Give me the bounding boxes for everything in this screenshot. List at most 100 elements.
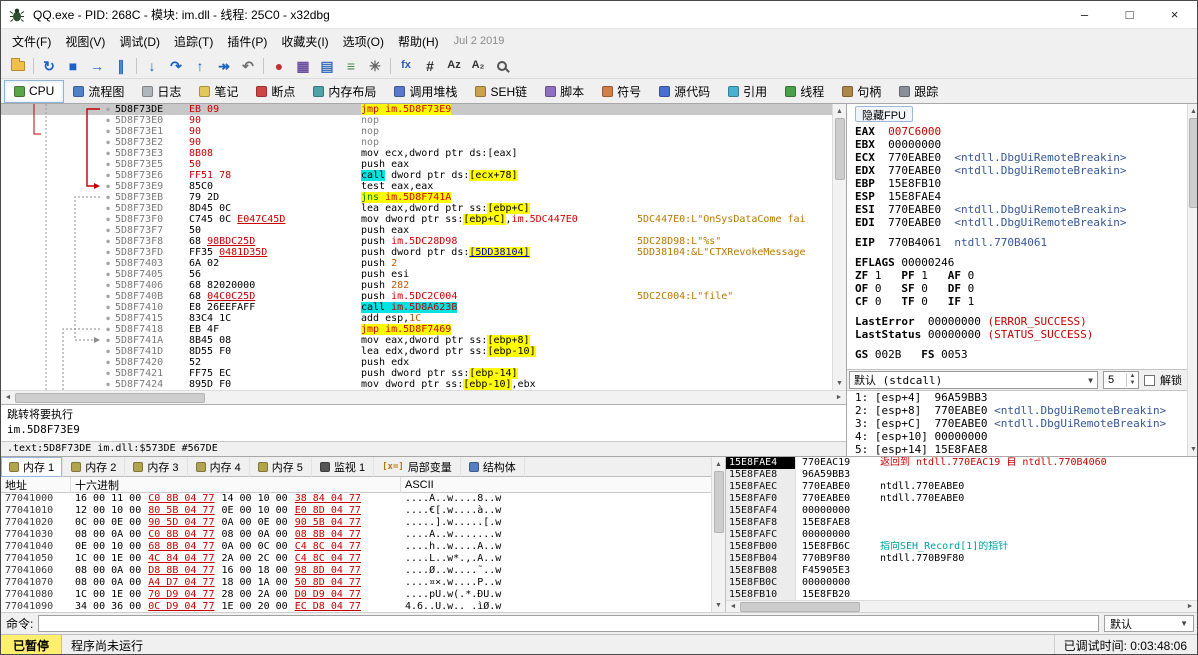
script-button[interactable]: ≡ <box>340 55 362 77</box>
tab-dump-3[interactable]: 内存 3 <box>125 457 187 477</box>
dump-row[interactable]: 770410400E 00 10 0068 8B 04 770A 00 0C 0… <box>1 541 711 553</box>
disasm-row[interactable]: ●5D8F73E290nop <box>1 137 832 148</box>
breakpoint-dot[interactable]: ● <box>101 368 115 379</box>
breakpoint-dot[interactable]: ● <box>101 170 115 181</box>
dump-row[interactable]: 7704101012 00 10 0080 5B 04 770E 00 10 0… <box>1 505 711 517</box>
breakpoint-dot[interactable]: ● <box>101 258 115 269</box>
breakpoint-dot[interactable]: ● <box>101 192 115 203</box>
tab-cpu[interactable]: CPU <box>4 80 64 103</box>
breakpoint-dot[interactable]: ● <box>101 104 115 115</box>
breakpoint-dot[interactable]: ● <box>101 115 115 126</box>
open-file-button[interactable] <box>7 55 29 77</box>
disassembly-view[interactable]: ●5D8F73DEEB 09jmp im.5D8F73E9●5D8F73E090… <box>1 104 832 390</box>
disasm-vscroll-thumb[interactable] <box>835 118 845 180</box>
menu-item[interactable]: 视图(V) <box>58 30 112 53</box>
step-back-button[interactable]: ↶ <box>237 55 259 77</box>
breakpoint-dot[interactable]: ● <box>101 280 115 291</box>
tab-dump-2[interactable]: 内存 2 <box>63 457 125 477</box>
registers-scrollbar[interactable]: ▲ ▼ <box>1187 104 1198 456</box>
argument-count-spinner[interactable]: 5▲▼ <box>1103 371 1139 389</box>
stack-hscroll-thumb[interactable] <box>740 602 860 612</box>
maximize-button[interactable]: □ <box>1107 1 1152 28</box>
menu-item[interactable]: 调试(D) <box>112 30 167 53</box>
disasm-row[interactable]: ●5D8F740668 82020000push 282 <box>1 280 832 291</box>
breakpoint-dot[interactable]: ● <box>101 225 115 236</box>
disasm-horizontal-scrollbar[interactable]: ◄ ► <box>1 390 846 404</box>
tab-dump-1[interactable]: 内存 1 <box>1 457 63 477</box>
disasm-row[interactable]: ●5D8F73ED8D45 0Clea eax,dword ptr ss:[eb… <box>1 203 832 214</box>
disasm-row[interactable]: ●5D8F73E190nop <box>1 126 832 137</box>
spin-down-icon[interactable]: ▼ <box>1127 380 1138 387</box>
stack-row[interactable]: 15E8FAE4770EAC19返回到 ntdll.770EAC19 自 ntd… <box>726 457 1197 469</box>
dump-scroll-thumb[interactable] <box>714 471 724 533</box>
breakpoint-dot[interactable]: ● <box>101 148 115 159</box>
step-over-button[interactable]: ↷ <box>165 55 187 77</box>
assemble-button[interactable]: # <box>419 55 441 77</box>
scroll-up-arrow[interactable]: ▲ <box>1187 104 1198 118</box>
tab-dump-4[interactable]: 内存 4 <box>188 457 250 477</box>
breakpoint-dot[interactable]: ● <box>101 335 115 346</box>
breakpoint-dot[interactable]: ● <box>101 214 115 225</box>
tab-source[interactable]: 源代码 <box>650 80 719 103</box>
stack-row[interactable]: 15E8FAE896A59BB3 <box>726 469 1197 481</box>
disasm-row[interactable]: ●5D8F741A8B45 08mov eax,dword ptr ss:[eb… <box>1 335 832 346</box>
disasm-row[interactable]: ●5D8F741D8D55 F0lea edx,dword ptr ss:[eb… <box>1 346 832 357</box>
disasm-row[interactable]: ●5D8F742052push edx <box>1 357 832 368</box>
tab-script[interactable]: 脚本 <box>536 80 593 103</box>
disasm-row[interactable]: ●5D8F7424895D F0mov dword ptr ss:[ebp-10… <box>1 379 832 390</box>
tab-locals[interactable]: [x=]局部变量 <box>374 457 461 477</box>
command-profile-dropdown[interactable]: 默认 ▼ <box>1104 615 1194 632</box>
stack-row[interactable]: 15E8FAF0770EABE0ntdll.770EABE0 <box>726 493 1197 505</box>
dump-vertical-scrollbar[interactable]: ▲ ▼ <box>711 457 725 612</box>
breakpoint-dot[interactable]: ● <box>101 137 115 148</box>
tab-breakpoints[interactable]: 断点 <box>247 80 304 103</box>
menu-item[interactable]: 插件(P) <box>220 30 274 53</box>
disasm-row[interactable]: ●5D8F73E090nop <box>1 115 832 126</box>
call-stack-button[interactable]: ▤ <box>316 55 338 77</box>
breakpoint-dot[interactable]: ● <box>101 291 115 302</box>
calculator-button[interactable]: fx <box>395 55 417 77</box>
disasm-row[interactable]: ●5D8F73E550push eax <box>1 159 832 170</box>
dump-row[interactable]: 7704107008 00 0A 00A4 D7 04 7718 00 1A 0… <box>1 577 711 589</box>
breakpoint-dot[interactable]: ● <box>101 313 115 324</box>
dump-row[interactable]: 7704106008 00 0A 00D8 8B 04 7716 00 18 0… <box>1 565 711 577</box>
minimize-button[interactable]: – <box>1062 1 1107 28</box>
spin-up-icon[interactable]: ▲ <box>1127 373 1138 380</box>
tab-notes[interactable]: 笔记 <box>190 80 247 103</box>
dump-row[interactable]: 7704100016 00 11 00C0 8B 04 7714 00 10 0… <box>1 493 711 505</box>
disasm-row[interactable]: ●5D8F73E6FF51 78call dword ptr ds:[ecx+7… <box>1 170 832 181</box>
disasm-row[interactable]: ●5D8F741583C4 1Cadd esp,1C <box>1 313 832 324</box>
tab-symbols[interactable]: 符号 <box>593 80 650 103</box>
menu-item[interactable]: 帮助(H) <box>391 30 446 53</box>
breakpoint-dot[interactable]: ● <box>101 357 115 368</box>
scroll-up-arrow[interactable]: ▲ <box>833 104 847 118</box>
scroll-down-arrow[interactable]: ▼ <box>712 598 726 612</box>
execute-till-return-button[interactable]: ↑ <box>189 55 211 77</box>
disasm-row[interactable]: ●5D8F73FDFF35 0481D35Dpush dword ptr ds:… <box>1 247 832 258</box>
breakpoint-dot[interactable]: ● <box>101 247 115 258</box>
breakpoint-dot[interactable]: ● <box>101 159 115 170</box>
registers-scroll-thumb[interactable] <box>1189 118 1198 208</box>
calling-convention-select[interactable]: 默认 (stdcall)▼ <box>849 371 1098 389</box>
stack-row[interactable]: 15E8FB08F45905E3 <box>726 565 1197 577</box>
stack-row[interactable]: 15E8FB1015E8FB20 <box>726 589 1197 600</box>
dump-row[interactable]: 7704103008 00 0A 00C0 8B 04 7708 00 0A 0… <box>1 529 711 541</box>
breakpoint-dot[interactable]: ● <box>101 236 115 247</box>
scroll-up-arrow[interactable]: ▲ <box>712 457 726 471</box>
tab-dump-5[interactable]: 内存 5 <box>250 457 312 477</box>
scroll-left-arrow[interactable]: ◄ <box>1 391 15 405</box>
disasm-hscroll-thumb[interactable] <box>15 393 205 403</box>
stack-row[interactable]: 15E8FAFC00000000 <box>726 529 1197 541</box>
tab-trace[interactable]: 跟踪 <box>890 80 947 103</box>
breakpoint-dot[interactable]: ● <box>101 181 115 192</box>
breakpoint-dot[interactable]: ● <box>101 324 115 335</box>
disasm-row[interactable]: ●5D8F740556push esi <box>1 269 832 280</box>
menu-item[interactable]: 收藏夹(I) <box>274 30 335 53</box>
disasm-row[interactable]: ●5D8F740B68 04C0C25Dpush im.5DC2C0045DC2… <box>1 291 832 302</box>
tab-watch-1[interactable]: 监视 1 <box>312 457 374 477</box>
breakpoint-dot[interactable]: ● <box>101 379 115 390</box>
registers-view[interactable]: 隐藏FPUEAX 007C6000EBX 00000000ECX 770EABE… <box>847 104 1187 456</box>
tab-call-stack[interactable]: 调用堆栈 <box>385 80 466 103</box>
spinner-arrows[interactable]: ▲▼ <box>1126 373 1138 387</box>
close-button[interactable]: × <box>1152 1 1197 28</box>
